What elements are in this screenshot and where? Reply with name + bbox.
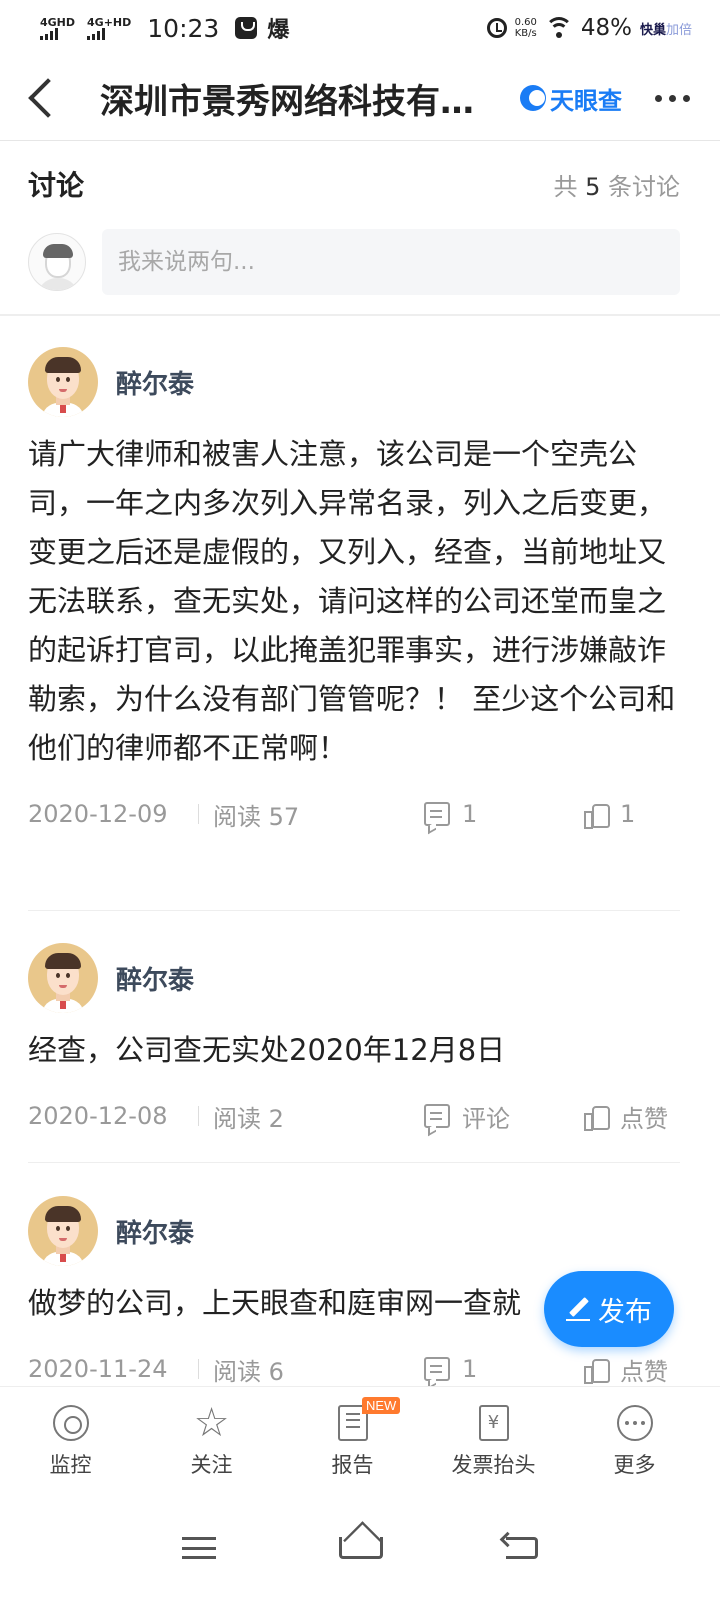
like-count: 1 (620, 800, 636, 828)
tianyancha-logo-icon (520, 85, 546, 111)
tab-label: 报告 (331, 1452, 374, 1477)
invoice-icon: ¥ (478, 1404, 509, 1441)
status-time: 10:23 (147, 13, 220, 43)
discussion-count: 共 5 条讨论 (553, 172, 680, 201)
alarm-icon (486, 18, 507, 38)
current-user-avatar (28, 233, 86, 291)
post-date: 2020-12-08 (28, 1102, 168, 1130)
thumbs-up-icon (584, 802, 610, 829)
comment-composer (28, 228, 680, 296)
new-badge: NEW (362, 1397, 401, 1414)
status-bar: 4GHD 4G+HD 10:23 爆 0.60 KB/s 48% 快巢加倍 (0, 0, 720, 56)
like-count: 点赞 (620, 1357, 668, 1386)
meta-separator (198, 1106, 199, 1126)
tab-more[interactable]: 更多 (564, 1387, 705, 1496)
signal-2-icon: 4G+HD (87, 17, 131, 40)
app-header: 深圳市景秀网络科技有限公司 天眼查 (0, 56, 720, 141)
publish-button[interactable]: 发布 (544, 1271, 674, 1347)
comment-button[interactable]: 1 (424, 1355, 477, 1383)
meta-separator (198, 804, 199, 824)
tab-label: 更多 (613, 1452, 656, 1477)
avatar[interactable] (28, 943, 98, 1013)
post-read-count: 阅读 6 (213, 1357, 284, 1386)
bottom-tab-bar: 监控 ☆ 关注 NEW 报告 ¥ 发票抬头 更多 (0, 1386, 720, 1496)
like-button[interactable]: 点赞 (584, 1352, 668, 1387)
comment-button[interactable]: 1 (424, 800, 477, 828)
net-speed: 0.60 KB/s (514, 17, 537, 39)
post-divider (28, 1162, 680, 1163)
post-username[interactable]: 醉尔泰 (116, 1213, 194, 1250)
post-read-count: 阅读 57 (213, 802, 300, 831)
tab-label: 发票抬头 (451, 1452, 536, 1477)
discussion-post[interactable]: 醉尔泰 请广大律师和被害人注意，该公司是一个空壳公司，一年之内多次列入异常名录，… (28, 346, 680, 839)
battery-level: 48% (580, 15, 632, 41)
star-icon: ☆ (193, 1399, 230, 1446)
comment-input[interactable] (102, 229, 680, 295)
notification-app-icon (235, 17, 258, 39)
monitor-icon (52, 1404, 89, 1441)
home-icon[interactable] (338, 1537, 383, 1559)
post-meta: 2020-12-08 阅读 2 评论 点赞 (28, 1091, 680, 1141)
comment-icon (424, 802, 450, 826)
status-badge: 快巢加倍 (639, 22, 692, 38)
thumbs-up-icon (584, 1357, 610, 1384)
avatar[interactable] (28, 347, 98, 417)
discussion-title: 讨论 (28, 169, 85, 202)
post-username[interactable]: 醉尔泰 (116, 960, 194, 997)
brand-name: 天眼查 (550, 86, 622, 115)
post-divider (28, 910, 680, 911)
post-read-count: 阅读 2 (213, 1104, 284, 1133)
post-username[interactable]: 醉尔泰 (116, 364, 194, 401)
post-date: 2020-12-09 (28, 800, 168, 828)
section-divider (0, 314, 720, 316)
discussion-header: 讨论 共 5 条讨论 (28, 141, 680, 227)
tab-invoice-title[interactable]: ¥ 发票抬头 (423, 1387, 564, 1496)
pencil-icon (566, 1297, 590, 1321)
back-icon[interactable] (28, 78, 68, 118)
tab-follow[interactable]: ☆ 关注 (141, 1387, 282, 1496)
system-nav-bar (0, 1496, 720, 1600)
thumbs-up-icon (584, 1104, 610, 1131)
publish-label: 发布 (598, 1296, 652, 1328)
back-nav-icon[interactable] (506, 1537, 539, 1559)
post-meta: 2020-12-09 阅读 57 1 1 (28, 789, 680, 839)
comment-button[interactable]: 评论 (424, 1099, 510, 1134)
wifi-icon (544, 17, 573, 39)
avatar[interactable] (28, 1196, 98, 1266)
post-text: 经查，公司查无实处2020年12月8日 (28, 1033, 506, 1067)
tab-label: 监控 (49, 1452, 92, 1477)
menu-icon[interactable] (181, 1537, 216, 1559)
comment-icon (424, 1357, 450, 1381)
post-text: 请广大律师和被害人注意，该公司是一个空壳公司，一年之内多次列入异常名录，列入之后… (28, 437, 676, 765)
tab-label: 关注 (190, 1452, 233, 1477)
notification-app-label: 爆 (267, 18, 290, 43)
meta-separator (198, 1359, 199, 1379)
more-icon (616, 1404, 653, 1441)
comment-count: 1 (462, 1355, 478, 1383)
tab-monitor[interactable]: 监控 (0, 1387, 141, 1496)
comment-count: 1 (462, 800, 478, 828)
comment-count: 评论 (462, 1104, 510, 1133)
discussion-post[interactable]: 醉尔泰 经查，公司查无实处2020年12月8日 2020-12-08 阅读 2 … (28, 942, 680, 1141)
post-date: 2020-11-24 (28, 1355, 168, 1383)
like-button[interactable]: 1 (584, 800, 636, 829)
more-options-icon[interactable] (655, 94, 690, 102)
page-title: 深圳市景秀网络科技有限公司 (100, 81, 490, 122)
like-count: 点赞 (620, 1104, 668, 1133)
brand-logo: 天眼查 (520, 81, 622, 116)
comment-icon (424, 1104, 450, 1128)
signal-1-icon: 4GHD (40, 17, 75, 40)
like-button[interactable]: 点赞 (584, 1099, 668, 1134)
tab-report[interactable]: NEW 报告 (282, 1387, 423, 1496)
